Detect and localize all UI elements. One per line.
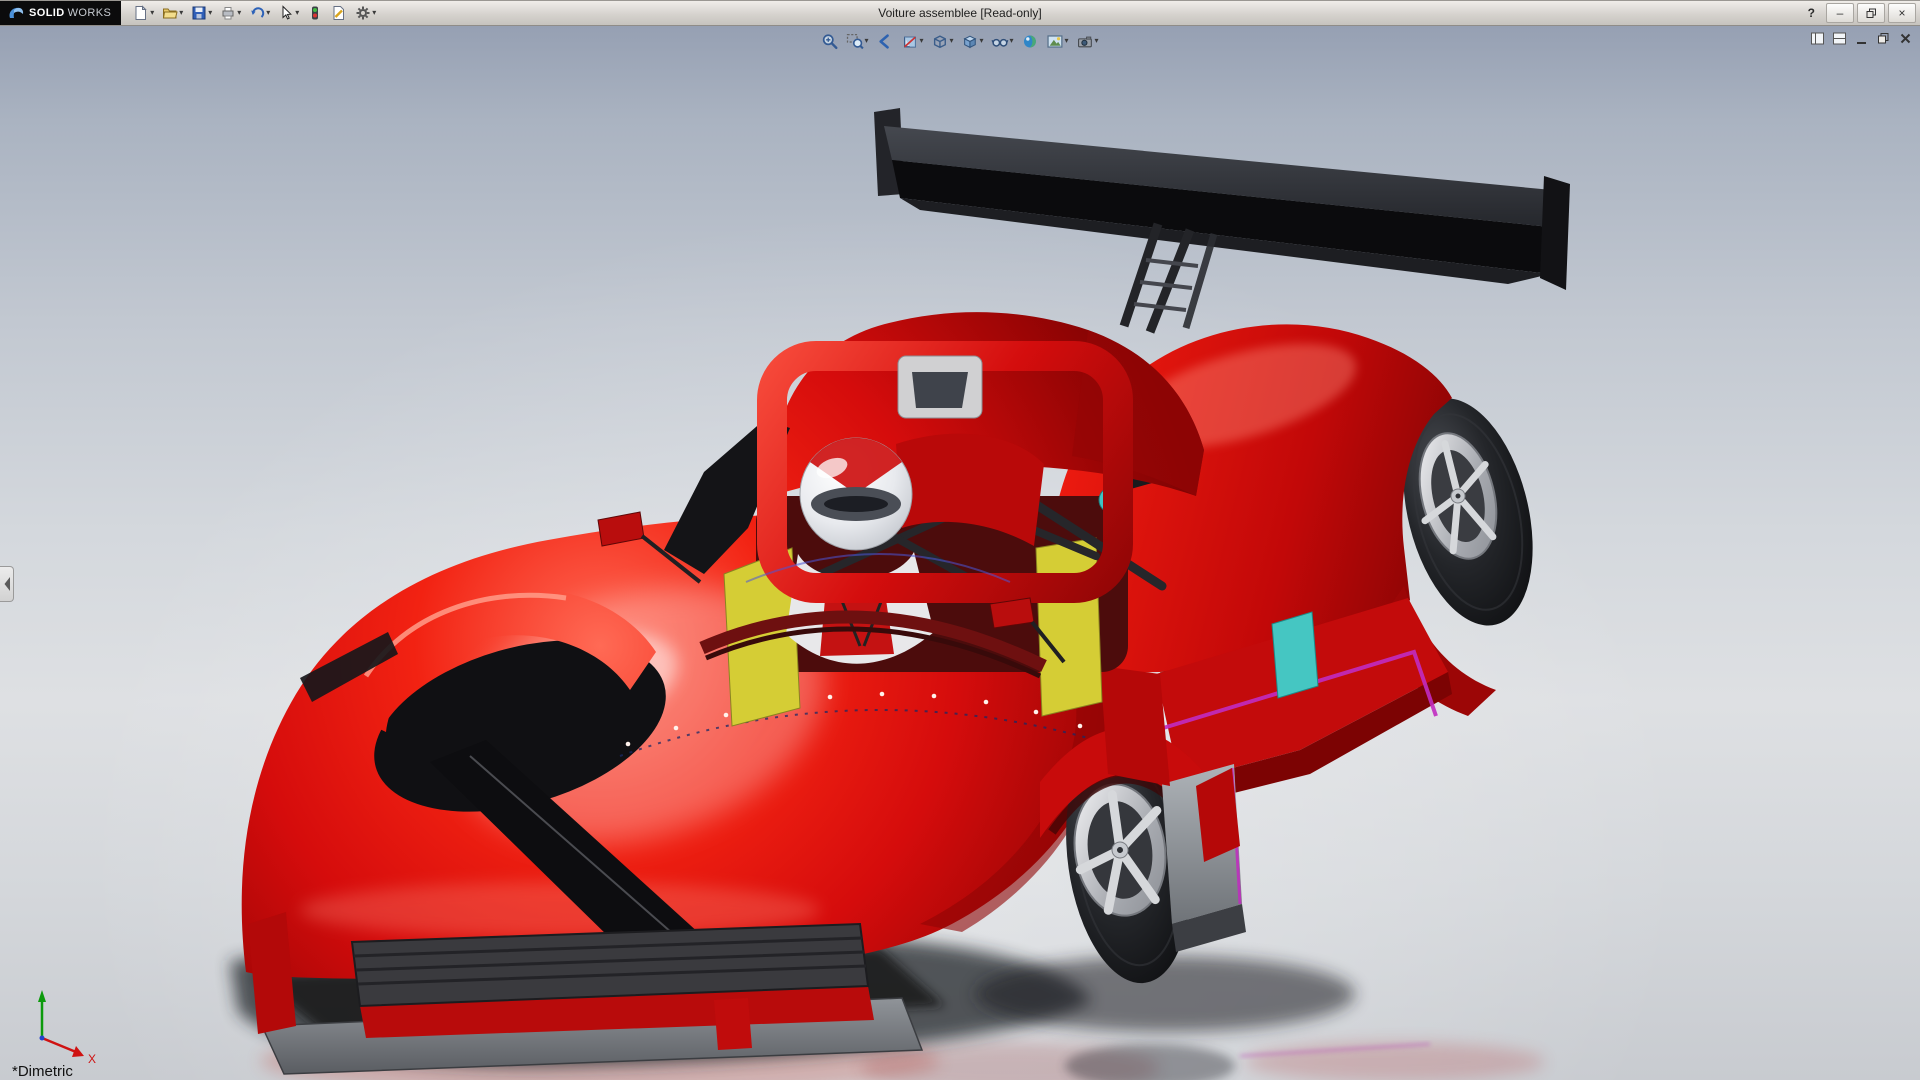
display-style-button[interactable]: ▾	[958, 29, 986, 53]
logo-text-bold: SOLID	[29, 7, 65, 19]
close-button[interactable]: ×	[1888, 3, 1916, 23]
previous-view-icon	[876, 33, 893, 50]
new-button[interactable]: ▾	[131, 2, 156, 24]
view-settings-icon	[1077, 33, 1094, 50]
apply-scene-icon	[1047, 33, 1064, 50]
apply-scene-button[interactable]: ▾	[1044, 29, 1072, 53]
zoom-to-fit-button[interactable]	[818, 29, 841, 53]
undo-icon	[249, 5, 265, 21]
dropdown-arrow-icon: ▾	[266, 9, 270, 17]
undo-button[interactable]: ▾	[247, 2, 272, 24]
dropdown-arrow-icon: ▾	[919, 37, 923, 45]
solidworks-logo: SOLIDWORKS	[0, 1, 121, 25]
orientation-triad: X	[38, 990, 96, 1066]
featuremanager-collapse-tab[interactable]	[0, 566, 14, 602]
restore-doc-icon	[1876, 31, 1891, 46]
document-window-controls	[1808, 30, 1914, 46]
triad-x-label: X	[88, 1052, 96, 1066]
heads-up-view-toolbar: ▾ ▾ ▾	[818, 29, 1101, 53]
print-icon	[220, 5, 236, 21]
print-button[interactable]: ▾	[218, 2, 243, 24]
dropdown-arrow-icon: ▾	[295, 9, 299, 17]
rear-wing-assembly	[874, 108, 1570, 332]
view-orientation-icon	[931, 33, 948, 50]
zoom-to-fit-icon	[821, 33, 838, 50]
featuremanager-pane-icon	[1810, 31, 1825, 46]
dropdown-arrow-icon: ▾	[979, 37, 983, 45]
graphics-viewport[interactable]: X ▾	[0, 26, 1920, 1080]
teal-side-window	[1272, 612, 1318, 698]
driver-helmet	[800, 438, 912, 550]
select-cursor-icon	[278, 5, 294, 21]
dropdown-arrow-icon: ▾	[372, 9, 376, 17]
select-button[interactable]: ▾	[276, 2, 301, 24]
new-icon	[133, 5, 149, 21]
dropdown-arrow-icon: ▾	[1010, 37, 1014, 45]
window-controls: ? – ×	[1800, 3, 1920, 23]
open-button[interactable]: ▾	[160, 2, 185, 24]
view-orientation-button[interactable]: ▾	[928, 29, 956, 53]
restore-doc-button[interactable]	[1874, 30, 1892, 46]
featuremanager-pane-button[interactable]	[1808, 30, 1826, 46]
race-car	[242, 108, 1570, 1074]
solidworks-window: SOLIDWORKS ▾ ▾ ▾	[0, 0, 1920, 1080]
view-settings-button[interactable]: ▾	[1074, 29, 1102, 53]
split-pane-button[interactable]	[1830, 30, 1848, 46]
save-button[interactable]: ▾	[189, 2, 214, 24]
zoom-to-area-icon	[846, 33, 863, 50]
display-style-icon	[961, 33, 978, 50]
previous-view-button[interactable]	[873, 29, 896, 53]
section-view-button[interactable]: ▾	[898, 29, 926, 53]
options-gear-icon	[355, 5, 371, 21]
mirror-housing	[898, 356, 982, 418]
rebuild-icon	[307, 5, 323, 21]
minimize-button[interactable]: –	[1826, 3, 1854, 23]
zoom-to-area-button[interactable]: ▾	[843, 29, 871, 53]
viewport-3d-canvas[interactable]: X	[0, 26, 1920, 1080]
restore-button[interactable]	[1857, 3, 1885, 23]
dropdown-arrow-icon: ▾	[1095, 37, 1099, 45]
section-view-icon	[901, 33, 918, 50]
file-properties-button[interactable]	[329, 2, 349, 24]
open-icon	[162, 5, 178, 21]
minimize-doc-button[interactable]	[1852, 30, 1870, 46]
view-orientation-label: *Dimetric	[12, 1063, 73, 1080]
rebuild-button[interactable]	[305, 2, 325, 24]
close-doc-icon	[1898, 31, 1913, 46]
edit-appearance-icon	[1022, 33, 1039, 50]
dropdown-arrow-icon: ▾	[208, 9, 212, 17]
dropdown-arrow-icon: ▾	[864, 37, 868, 45]
yellow-panel-right	[1036, 538, 1102, 716]
title-bar: SOLIDWORKS ▾ ▾ ▾	[0, 0, 1920, 26]
dropdown-arrow-icon: ▾	[179, 9, 183, 17]
restore-icon	[1866, 8, 1877, 19]
hide-show-items-icon	[992, 33, 1009, 50]
standard-toolbar: ▾ ▾ ▾ ▾	[131, 2, 378, 24]
file-properties-icon	[331, 5, 347, 21]
dropdown-arrow-icon: ▾	[949, 37, 953, 45]
logo-text-light: WORKS	[68, 7, 112, 19]
dropdown-arrow-icon: ▾	[150, 9, 154, 17]
split-pane-icon	[1832, 31, 1847, 46]
dropdown-arrow-icon: ▾	[237, 9, 241, 17]
save-icon	[191, 5, 207, 21]
minimize-doc-icon	[1854, 31, 1869, 46]
hide-show-items-button[interactable]: ▾	[989, 29, 1017, 53]
options-button[interactable]: ▾	[353, 2, 378, 24]
ds-logo-icon	[6, 4, 26, 22]
dropdown-arrow-icon: ▾	[1065, 37, 1069, 45]
close-doc-button[interactable]	[1896, 30, 1914, 46]
collapse-arrow-icon	[2, 573, 12, 595]
help-button[interactable]: ?	[1800, 6, 1823, 20]
edit-appearance-button[interactable]	[1019, 29, 1042, 53]
